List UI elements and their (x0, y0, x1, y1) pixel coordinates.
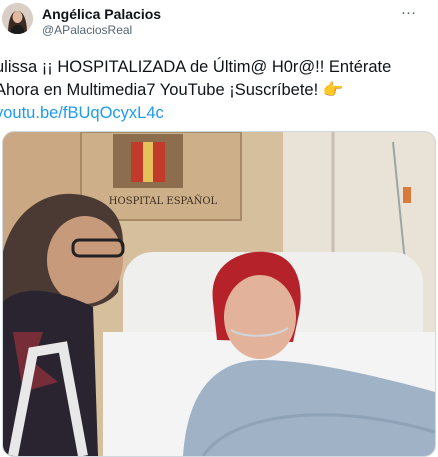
tweet-text-line-1: ulissa ¡¡ HOSPITALIZADA de Últim@ H0r@!!… (0, 58, 392, 76)
wall-sign-text: HOSPITAL ESPAÑOL (109, 195, 218, 207)
author-name[interactable]: Angélica Palacios (42, 6, 161, 22)
woman-face (224, 275, 296, 359)
tweet-text-line-2-content: Ahora en Multimedia7 YouTube ¡Suscríbete… (0, 81, 319, 99)
tweet-photo[interactable]: HOSPITAL ESPAÑOL (2, 131, 436, 457)
author-handle[interactable]: @APalaciosReal (42, 23, 132, 37)
iv-clip (403, 187, 411, 203)
avatar-image (2, 3, 33, 34)
tweet-card[interactable]: Angélica Palacios @APalaciosReal … uliss… (0, 0, 438, 457)
more-options-icon[interactable]: … (398, 2, 420, 20)
pointing-hand-icon: 👉 (322, 81, 344, 99)
man-face (47, 216, 123, 304)
youtube-link[interactable]: youtu.be/fBUqOcyxL4c (0, 102, 435, 125)
hospital-photo: HOSPITAL ESPAÑOL (3, 132, 435, 456)
tweet-text-line-2: Ahora en Multimedia7 YouTube ¡Suscríbete… (0, 79, 435, 102)
tweet-text: ulissa ¡¡ HOSPITALIZADA de Últim@ H0r@!!… (0, 56, 435, 125)
author-avatar[interactable] (2, 3, 33, 34)
